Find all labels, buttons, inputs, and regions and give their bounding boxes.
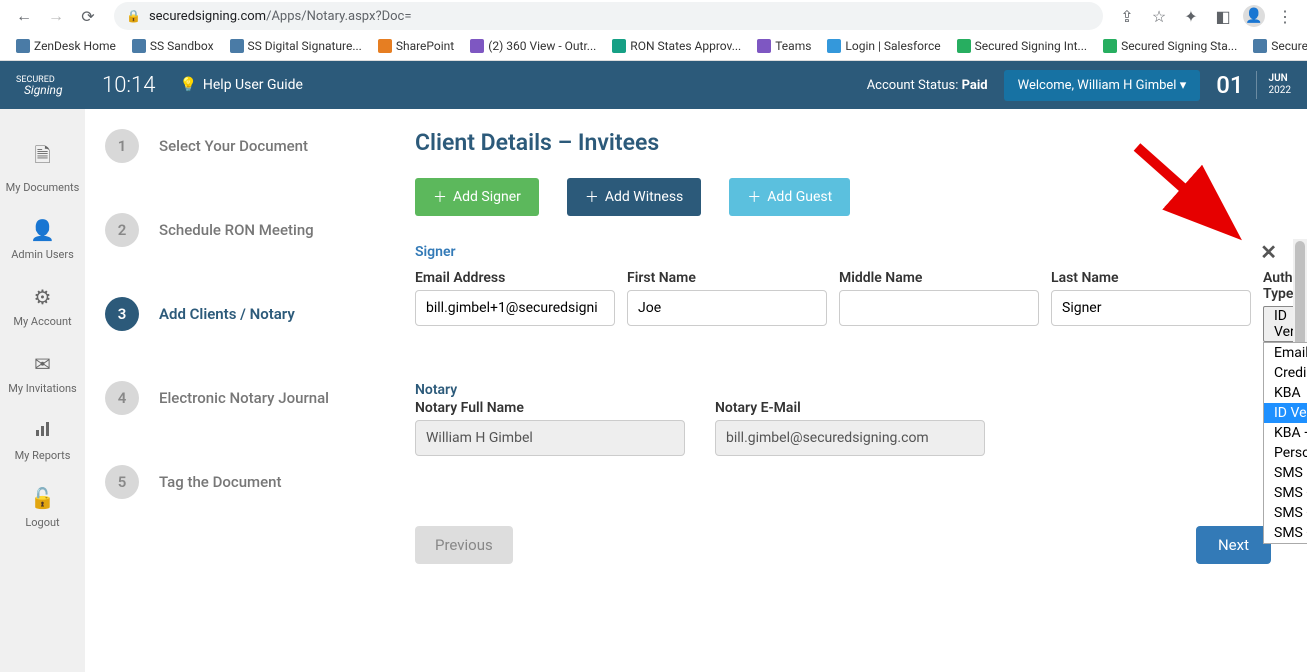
dropdown-option[interactable]: SMS + ID Verification bbox=[1264, 483, 1307, 503]
dropdown-option[interactable]: KBA + ID Verification bbox=[1264, 423, 1307, 443]
bookmark-item[interactable]: SharePoint bbox=[372, 37, 460, 55]
side-nav: 🗎My Documents 👤Admin Users ⚙My Account ✉… bbox=[0, 109, 85, 672]
welcome-user-button[interactable]: Welcome, William H Gimbel ▾ bbox=[1004, 70, 1201, 101]
app-header: SECUREDSigning 10:14 💡 Help User Guide A… bbox=[0, 61, 1307, 109]
user-icon: 👤 bbox=[30, 218, 55, 242]
add-guest-button[interactable]: ＋Add Guest bbox=[729, 178, 850, 216]
dropdown-option[interactable]: Personal Knowledge bbox=[1264, 443, 1307, 463]
nav-logout[interactable]: 🔓Logout bbox=[0, 474, 85, 541]
bookmark-item[interactable]: SS Sandbox bbox=[126, 37, 220, 55]
panel-title: Client Details – Invitees bbox=[415, 129, 1277, 156]
nav-admin-users[interactable]: 👤Admin Users bbox=[0, 206, 85, 273]
share-icon[interactable]: ⇪ bbox=[1115, 4, 1139, 28]
step-4[interactable]: 4Electronic Notary Journal bbox=[105, 381, 385, 415]
gear-icon: ⚙ bbox=[34, 285, 52, 309]
plus-icon: ＋ bbox=[585, 187, 599, 207]
nav-my-invitations[interactable]: ✉My Invitations bbox=[0, 340, 85, 407]
time-display: 10:14 bbox=[102, 73, 155, 98]
document-icon: 🗎 bbox=[34, 141, 50, 175]
label-notary-name: Notary Full Name bbox=[415, 400, 685, 416]
dropdown-option[interactable]: Credible Witness - Pass Code bbox=[1264, 363, 1307, 383]
dropdown-option[interactable]: KBA bbox=[1264, 383, 1307, 403]
close-icon[interactable]: ✕ bbox=[1260, 240, 1277, 264]
account-status: Account Status: Paid bbox=[867, 78, 988, 93]
dropdown-option[interactable]: SMS + KBA + ID Verification bbox=[1264, 523, 1307, 543]
plus-icon: ＋ bbox=[433, 187, 447, 207]
star-icon[interactable]: ☆ bbox=[1147, 4, 1171, 28]
date-display: 01 JUN 2022 bbox=[1216, 71, 1291, 99]
bookmark-item[interactable]: Teams bbox=[751, 37, 817, 55]
signer-section-label: Signer bbox=[415, 244, 456, 260]
step-5[interactable]: 5Tag the Document bbox=[105, 465, 385, 499]
chart-icon bbox=[34, 419, 52, 443]
label-email: Email Address bbox=[415, 270, 615, 286]
lock-icon: 🔒 bbox=[126, 9, 141, 23]
extensions-icon[interactable]: ✦ bbox=[1179, 4, 1203, 28]
envelope-icon: ✉ bbox=[34, 352, 51, 376]
step-1[interactable]: 1Select Your Document bbox=[105, 129, 385, 163]
panel-icon[interactable]: ◧ bbox=[1211, 4, 1235, 28]
main-panel: Client Details – Invitees ＋Add Signer ＋A… bbox=[405, 129, 1307, 672]
bookmark-item[interactable]: Secured Signing Sta... bbox=[1097, 37, 1243, 55]
url-path: /Apps/Notary.aspx?Doc= bbox=[266, 9, 411, 24]
dropdown-option[interactable]: ID Verification bbox=[1264, 403, 1307, 423]
svg-text:Signing: Signing bbox=[24, 83, 63, 97]
nav-my-documents[interactable]: 🗎My Documents bbox=[0, 129, 85, 206]
caret-down-icon: ▾ bbox=[1180, 78, 1187, 93]
bookmark-item[interactable]: Login | Salesforce bbox=[821, 37, 946, 55]
auth-type-dropdown: Email - Pass Code Credible Witness - Pas… bbox=[1263, 342, 1307, 544]
plus-icon: ＋ bbox=[747, 187, 761, 207]
add-signer-button[interactable]: ＋Add Signer bbox=[415, 178, 539, 216]
bookmark-item[interactable]: SS Digital Signature... bbox=[224, 37, 368, 55]
url-domain: securedsigning.com bbox=[149, 9, 266, 24]
forward-button[interactable]: → bbox=[42, 2, 70, 30]
dropdown-option[interactable]: SMS + KBA bbox=[1264, 503, 1307, 523]
logo[interactable]: SECUREDSigning bbox=[16, 70, 86, 100]
url-bar[interactable]: 🔒 securedsigning.com/Apps/Notary.aspx?Do… bbox=[114, 2, 1103, 30]
dropdown-option[interactable]: SMS bbox=[1264, 463, 1307, 483]
dropdown-option[interactable]: Email - Pass Code bbox=[1264, 343, 1307, 363]
step-2[interactable]: 2Schedule RON Meeting bbox=[105, 213, 385, 247]
middle-name-input[interactable] bbox=[839, 290, 1039, 326]
nav-my-account[interactable]: ⚙My Account bbox=[0, 273, 85, 340]
label-last-name: Last Name bbox=[1051, 270, 1251, 286]
notary-section-label: Notary bbox=[415, 382, 1277, 398]
profile-avatar[interactable]: 👤 bbox=[1243, 5, 1265, 27]
menu-icon[interactable]: ⋮ bbox=[1273, 4, 1297, 28]
nav-my-reports[interactable]: My Reports bbox=[0, 407, 85, 474]
bookmark-item[interactable]: (2) 360 View - Outr... bbox=[464, 37, 602, 55]
bookmark-item[interactable]: Secured Signing Int... bbox=[951, 37, 1093, 55]
first-name-input[interactable] bbox=[627, 290, 827, 326]
bookmark-item[interactable]: Secured Signing - A... bbox=[1247, 37, 1307, 55]
add-witness-button[interactable]: ＋Add Witness bbox=[567, 178, 701, 216]
bulb-icon: 💡 bbox=[179, 77, 196, 93]
label-middle-name: Middle Name bbox=[839, 270, 1039, 286]
unlock-icon: 🔓 bbox=[30, 486, 55, 510]
help-link[interactable]: 💡 Help User Guide bbox=[179, 77, 303, 93]
bookmark-item[interactable]: ZenDesk Home bbox=[10, 37, 122, 55]
step-3[interactable]: 3Add Clients / Notary bbox=[105, 297, 385, 331]
reload-button[interactable]: ⟳ bbox=[74, 2, 102, 30]
bookmarks-bar: ZenDesk Home SS Sandbox SS Digital Signa… bbox=[0, 32, 1307, 60]
notary-name-input bbox=[415, 420, 685, 456]
previous-button[interactable]: Previous bbox=[415, 526, 513, 564]
label-first-name: First Name bbox=[627, 270, 827, 286]
wizard-steps: 1Select Your Document 2Schedule RON Meet… bbox=[105, 129, 405, 672]
back-button[interactable]: ← bbox=[10, 2, 38, 30]
email-input[interactable] bbox=[415, 290, 615, 326]
last-name-input[interactable] bbox=[1051, 290, 1251, 326]
bookmark-item[interactable]: RON States Approv... bbox=[606, 37, 747, 55]
next-button[interactable]: Next bbox=[1196, 526, 1271, 564]
label-notary-email: Notary E-Mail bbox=[715, 400, 985, 416]
notary-email-input bbox=[715, 420, 985, 456]
